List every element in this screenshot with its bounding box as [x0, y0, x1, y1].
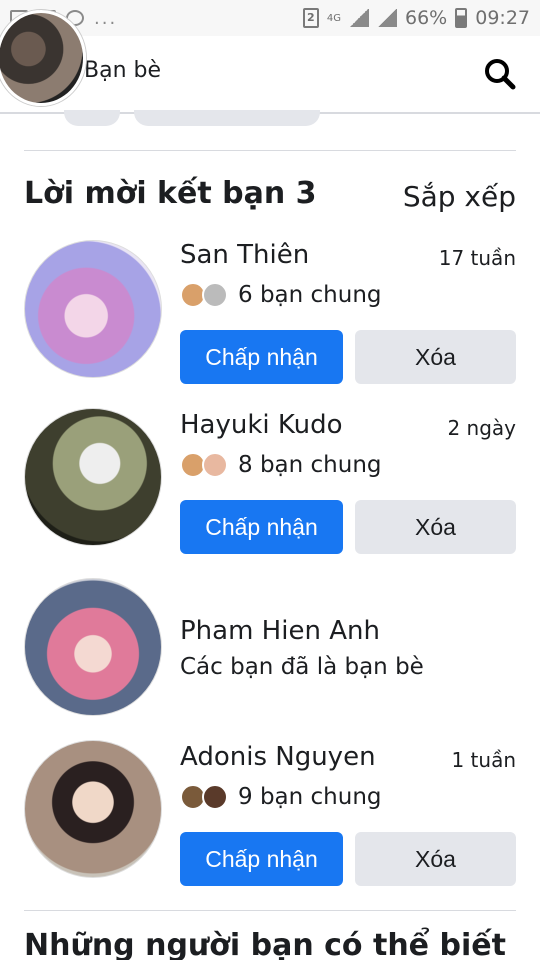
request-time: 2 ngày — [447, 416, 516, 440]
accept-button[interactable]: Chấp nhận — [180, 500, 343, 554]
request-name[interactable]: Hayuki Kudo — [180, 410, 343, 440]
mutual-count: 9 bạn chung — [238, 784, 382, 810]
suggestions-title: Những người bạn có thể biết — [24, 928, 506, 960]
divider — [24, 150, 516, 151]
filter-pill-2[interactable] — [134, 110, 320, 126]
filter-pill-1[interactable] — [64, 110, 120, 126]
signal-icon — [349, 9, 369, 27]
more-notifications-icon: ... — [94, 7, 118, 29]
battery-icon — [455, 8, 468, 28]
accept-button[interactable]: Chấp nhận — [180, 832, 343, 886]
request-time: 17 tuần — [438, 246, 516, 270]
avatar[interactable] — [24, 240, 162, 378]
mutual-count: 6 bạn chung — [238, 282, 382, 308]
mutual-friends[interactable]: 8 bạn chung — [180, 452, 382, 478]
request-time: 1 tuần — [451, 748, 516, 772]
profile-avatar[interactable] — [0, 10, 86, 106]
request-name[interactable]: Pham Hien Anh — [180, 616, 380, 646]
delete-button[interactable]: Xóa — [355, 500, 516, 554]
mutual-friends[interactable]: 9 bạn chung — [180, 784, 382, 810]
request-name[interactable]: San Thiên — [180, 240, 309, 270]
page-title: Bạn bè — [84, 58, 162, 83]
mutual-friends[interactable]: 6 bạn chung — [180, 282, 382, 308]
signal-2-icon — [377, 9, 397, 27]
network-type: 4G — [326, 12, 341, 24]
mutual-count: 8 bạn chung — [238, 452, 382, 478]
avatar[interactable] — [24, 408, 162, 546]
avatar[interactable] — [24, 740, 162, 878]
mutual-avatar — [202, 784, 228, 810]
avatar[interactable] — [24, 578, 162, 716]
sim-slot-icon: 2 — [302, 8, 319, 28]
mutual-avatar — [202, 452, 228, 478]
divider — [24, 910, 516, 911]
accept-button[interactable]: Chấp nhận — [180, 330, 343, 384]
request-name[interactable]: Adonis Nguyen — [180, 742, 376, 772]
clock: 09:27 — [475, 7, 530, 29]
mutual-avatar — [202, 282, 228, 308]
friend-requests-title: Lời mời kết bạn 3 — [24, 176, 317, 211]
delete-button[interactable]: Xóa — [355, 832, 516, 886]
sort-button[interactable]: Sắp xếp — [403, 180, 516, 213]
search-icon[interactable] — [480, 54, 520, 94]
friend-status-text: Các bạn đã là bạn bè — [180, 654, 424, 680]
battery-percent: 66% — [405, 7, 448, 29]
status-bar: ... 2 4G 66% 09:27 — [0, 0, 540, 36]
delete-button[interactable]: Xóa — [355, 330, 516, 384]
